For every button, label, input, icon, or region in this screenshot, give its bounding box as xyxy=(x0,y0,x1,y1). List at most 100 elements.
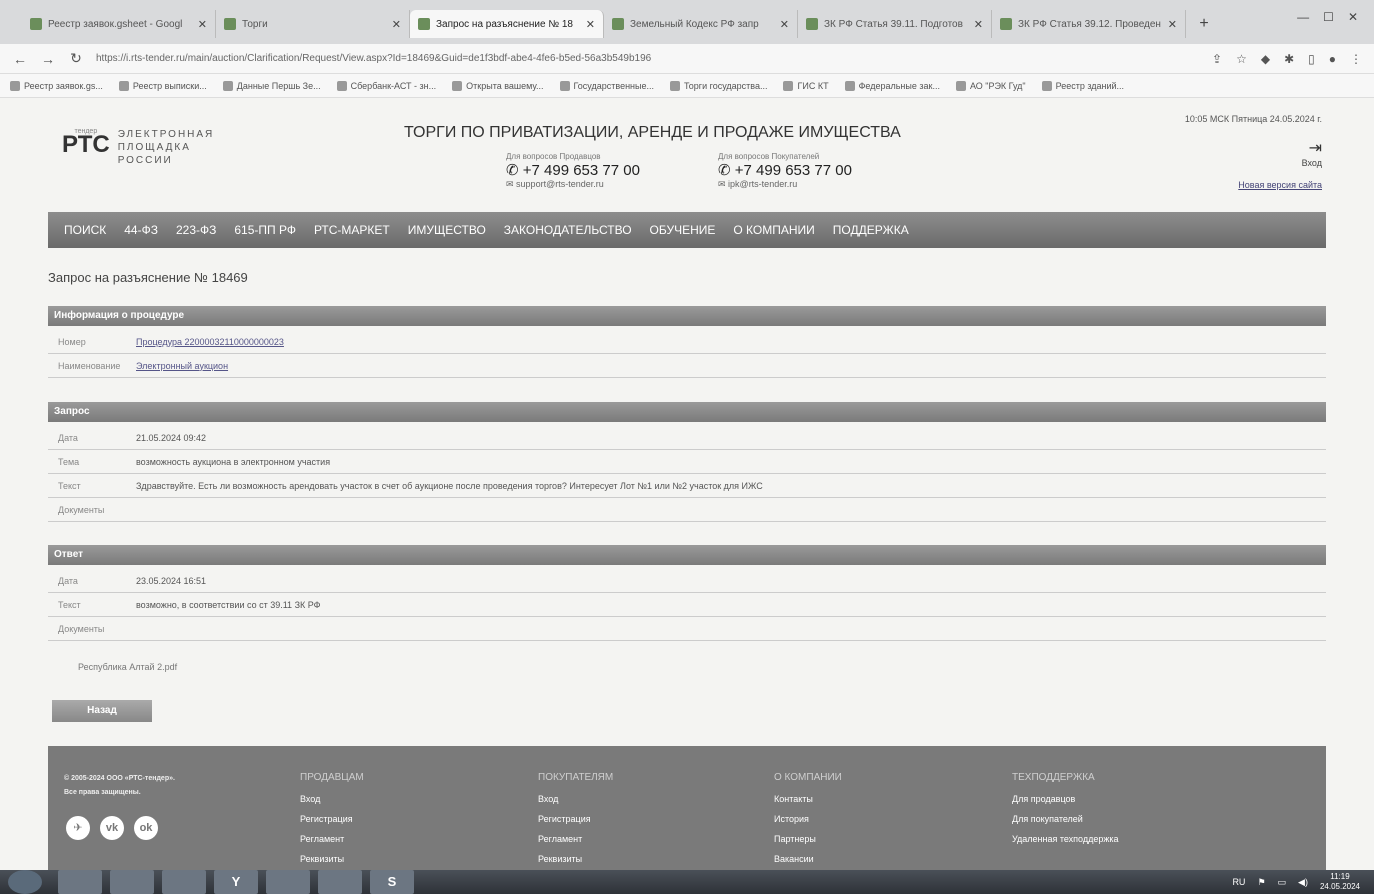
bookmark-icon xyxy=(10,80,20,91)
browser-tab[interactable]: ЗК РФ Статья 39.11. Подготов ✕ xyxy=(798,10,992,38)
telegram-icon[interactable]: ✈ xyxy=(66,816,90,840)
taskbar-app-icon[interactable]: S xyxy=(370,870,414,894)
ok-icon[interactable]: ok xyxy=(134,816,158,840)
footer-link[interactable]: Регистрация xyxy=(300,809,364,829)
start-button[interactable] xyxy=(8,870,42,894)
bookmark-item[interactable]: АО "РЭК Гуд" xyxy=(955,80,1026,91)
network-icon[interactable]: ▭ xyxy=(1278,877,1287,888)
tab-close-icon[interactable]: ✕ xyxy=(198,18,207,31)
footer-column: ПОКУПАТЕЛЯМ Вход Регистрация Регламент Рекви… xyxy=(538,772,613,869)
footer-link[interactable]: История xyxy=(774,809,842,829)
taskbar-app-icon[interactable] xyxy=(318,870,362,894)
nav-item[interactable]: ИМУЩЕСТВО xyxy=(408,223,486,237)
tab-close-icon[interactable]: ✕ xyxy=(392,18,401,31)
tab-close-icon[interactable]: ✕ xyxy=(586,18,595,31)
reload-icon[interactable]: ↻ xyxy=(68,50,84,67)
sellers-phone[interactable]: ✆ +7 499 653 77 00 xyxy=(506,161,640,179)
flag-icon[interactable]: ⚑ xyxy=(1257,877,1265,888)
forward-arrow-icon[interactable]: → xyxy=(40,51,56,67)
browser-tab[interactable]: Запрос на разъяснение № 18 ✕ xyxy=(410,10,604,38)
bookmark-item[interactable]: Данные Першь Зе... xyxy=(222,80,321,91)
bookmark-item[interactable]: Открыта вашему... xyxy=(452,80,544,91)
footer-link[interactable]: Вход xyxy=(538,789,613,809)
footer-link[interactable]: Реквизиты xyxy=(538,849,613,869)
share-icon[interactable]: ⇪ xyxy=(1212,52,1222,66)
vk-icon[interactable]: vk xyxy=(100,816,124,840)
bookmark-item[interactable]: Государственные... xyxy=(559,80,654,91)
row-value[interactable]: Электронный аукцион xyxy=(136,361,228,371)
taskbar-app-icon[interactable] xyxy=(110,870,154,894)
bookmark-item[interactable]: Реестр выписки... xyxy=(118,80,207,91)
nav-item[interactable]: 44-ФЗ xyxy=(124,223,158,237)
browser-tab[interactable]: ЗК РФ Статья 39.12. Проведен ✕ xyxy=(992,10,1186,38)
tab-close-icon[interactable]: ✕ xyxy=(974,18,983,31)
tab-close-icon[interactable]: ✕ xyxy=(780,18,789,31)
footer-link[interactable]: Вакансии xyxy=(774,849,842,869)
bookmark-icon xyxy=(955,80,966,91)
browser-tab[interactable]: Земельный Кодекс РФ запр ✕ xyxy=(604,10,798,38)
browser-tab[interactable]: Реестр заявок.gsheet - Googl ✕ xyxy=(22,10,216,38)
new-tab-button[interactable]: + xyxy=(1192,12,1216,36)
bookmark-item[interactable]: Торги государства... xyxy=(670,80,767,91)
buyers-phone[interactable]: ✆ +7 499 653 77 00 xyxy=(718,161,852,179)
footer-link[interactable]: Удаленная техподдержка xyxy=(1012,829,1119,849)
bookmark-item[interactable]: ГИС КТ xyxy=(783,80,829,91)
login-icon[interactable]: ⇥ xyxy=(1185,138,1322,158)
footer-link[interactable]: Контакты xyxy=(774,789,842,809)
bookmark-item[interactable]: Сбербанк-АСТ - зн... xyxy=(336,80,436,91)
nav-item[interactable]: ЗАКОНОДАТЕЛЬСТВО xyxy=(504,223,632,237)
close-window-icon[interactable]: ✕ xyxy=(1348,10,1358,24)
bookmark-item[interactable]: Федеральные зак... xyxy=(844,80,940,91)
attachment-link[interactable]: Республика Алтай 2.pdf xyxy=(78,662,177,672)
footer-link[interactable]: Для покупателей xyxy=(1012,809,1119,829)
sidebar-icon[interactable]: ▯ xyxy=(1308,52,1315,66)
bookmarks-bar: Реестр заявок.gs... Реестр выписки... Данн… xyxy=(0,74,1374,98)
nav-item[interactable]: 615-ПП РФ xyxy=(234,223,296,237)
browser-tab[interactable]: Торги ✕ xyxy=(216,10,410,38)
taskbar-app-icon[interactable]: Y xyxy=(214,870,258,894)
row-value[interactable]: Процедура 22000032110000000023 xyxy=(136,337,284,347)
back-arrow-icon[interactable]: ← xyxy=(12,51,28,67)
language-indicator[interactable]: RU xyxy=(1232,877,1245,887)
row-value: возможно, в соответствии со ст 39.11 ЗК … xyxy=(136,599,321,610)
bookmark-item[interactable]: Реестр заявок.gs... xyxy=(10,80,103,91)
taskbar-app-icon[interactable] xyxy=(266,870,310,894)
sellers-email[interactable]: ✉ support@rts-tender.ru xyxy=(506,179,640,190)
nav-item[interactable]: ПОДДЕРЖКА xyxy=(833,223,909,237)
footer-link[interactable]: Партнеры xyxy=(774,829,842,849)
nav-item[interactable]: ОБУЧЕНИЕ xyxy=(650,223,716,237)
menu-icon[interactable]: ⋮ xyxy=(1350,52,1362,66)
footer-link[interactable]: Регламент xyxy=(538,829,613,849)
nav-item[interactable]: О КОМПАНИИ xyxy=(733,223,814,237)
extension-icon[interactable]: ◆ xyxy=(1261,52,1270,66)
puzzle-icon[interactable]: ✱ xyxy=(1284,52,1294,66)
minimize-icon[interactable]: — xyxy=(1297,10,1309,24)
tab-close-icon[interactable]: ✕ xyxy=(1168,18,1177,31)
back-button[interactable]: Назад xyxy=(52,700,152,722)
bookmark-item[interactable]: Реестр зданий... xyxy=(1041,80,1124,91)
footer-link[interactable]: Реквизиты xyxy=(300,849,364,869)
taskbar-app-icon[interactable] xyxy=(58,870,102,894)
footer-link[interactable]: Вход xyxy=(300,789,364,809)
login-link[interactable]: Вход xyxy=(1185,158,1322,168)
volume-icon[interactable]: ◀) xyxy=(1298,877,1308,888)
site-logo[interactable]: тендер РТС ЭЛЕКТРОННАЯ ПЛОЩАДКА РОССИИ xyxy=(62,128,214,167)
footer-link[interactable]: Регламент xyxy=(300,829,364,849)
url-field[interactable]: https://i.rts-tender.ru/main/auction/Cla… xyxy=(96,53,1200,64)
footer-link[interactable]: Регистрация xyxy=(538,809,613,829)
logo-line: ЭЛЕКТРОННАЯ xyxy=(117,129,215,140)
profile-icon[interactable]: ● xyxy=(1329,52,1336,66)
footer-column-title: ПРОДАВЦАМ xyxy=(300,772,364,783)
footer-link[interactable]: Для продавцов xyxy=(1012,789,1119,809)
clock[interactable]: 11:19 24.05.2024 xyxy=(1320,872,1360,892)
maximize-icon[interactable]: ☐ xyxy=(1323,10,1334,24)
row-label: Дата xyxy=(58,575,78,586)
nav-item[interactable]: 223-ФЗ xyxy=(176,223,216,237)
nav-item[interactable]: ПОИСК xyxy=(64,223,106,237)
favicon-icon xyxy=(418,18,430,30)
nav-item[interactable]: РТС-МАРКЕТ xyxy=(314,223,390,237)
taskbar-app-icon[interactable] xyxy=(162,870,206,894)
new-version-link[interactable]: Новая версия сайта xyxy=(1185,180,1322,190)
buyers-email[interactable]: ✉ ipk@rts-tender.ru xyxy=(718,179,852,190)
star-icon[interactable]: ☆ xyxy=(1236,52,1247,66)
